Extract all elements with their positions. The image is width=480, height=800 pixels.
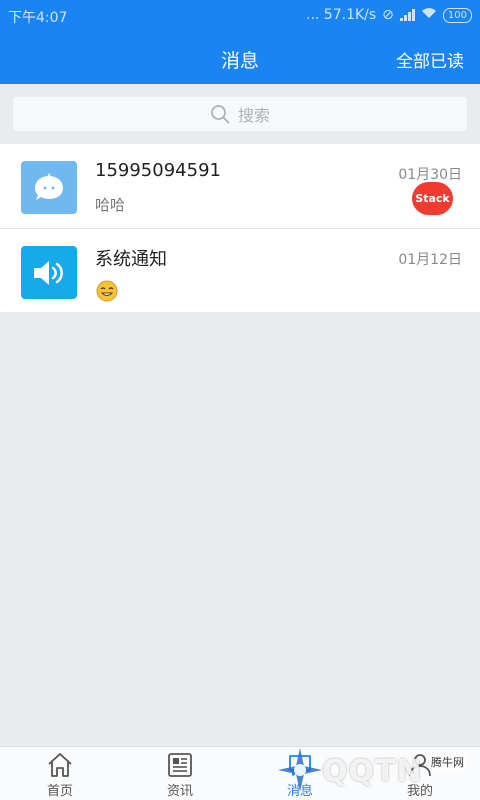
alarm-off-icon: ⊘ [382,7,394,23]
wifi-icon [421,7,437,23]
grinning-emoji-icon [96,280,118,302]
chat-bubble-icon [35,172,63,200]
status-indicators: ... 57.1K/s ⊘ 100 [306,7,472,23]
speaker-icon [34,260,63,285]
status-time: 下午4:07 [8,10,68,26]
avatar [21,246,77,299]
tab-messages[interactable]: 消息 [240,747,360,800]
conversation-date: 01月12日 [398,252,462,268]
conversation-preview: 哈哈 [95,196,126,214]
conversation-list: 15995094591 哈哈 01月30日 Stack 系统通知 01月12日 [0,144,480,312]
profile-icon [409,754,431,777]
title-bar: 消息 全部已读 [0,32,480,84]
conversation-name: 系统通知 [95,249,167,270]
tab-home[interactable]: 首页 [0,747,120,800]
tab-label: 资讯 [166,784,193,799]
search-icon [211,105,230,124]
conversation-item[interactable]: 系统通知 01月12日 [0,228,480,312]
bottom-tab-bar: 首页 资讯 消息 我的 [0,746,480,800]
search-placeholder: 搜索 [237,106,270,125]
network-speed: ... 57.1K/s [306,7,377,23]
avatar [21,161,77,214]
home-icon [48,753,72,777]
battery-icon: 100 [442,7,472,23]
signal-icon [399,9,415,21]
emoji-preview [95,279,119,307]
search-area: 搜索 [0,84,480,144]
conversation-name: 15995094591 [95,160,221,181]
tab-news[interactable]: 资讯 [120,747,240,800]
status-bar: 下午4:07 ... 57.1K/s ⊘ 100 [0,0,480,32]
conversation-date: 01月30日 [398,167,462,183]
tab-label: 消息 [286,784,313,799]
news-icon [168,753,192,777]
tab-label: 我的 [406,784,433,799]
tab-profile[interactable]: 我的 [360,747,480,800]
tab-label: 首页 [46,784,73,799]
conversation-item[interactable]: 15995094591 哈哈 01月30日 Stack [0,144,480,228]
status-badge: Stack [412,182,453,215]
mark-all-read-button[interactable]: 全部已读 [396,47,464,72]
message-icon [289,755,311,776]
search-input[interactable]: 搜索 [13,97,467,131]
